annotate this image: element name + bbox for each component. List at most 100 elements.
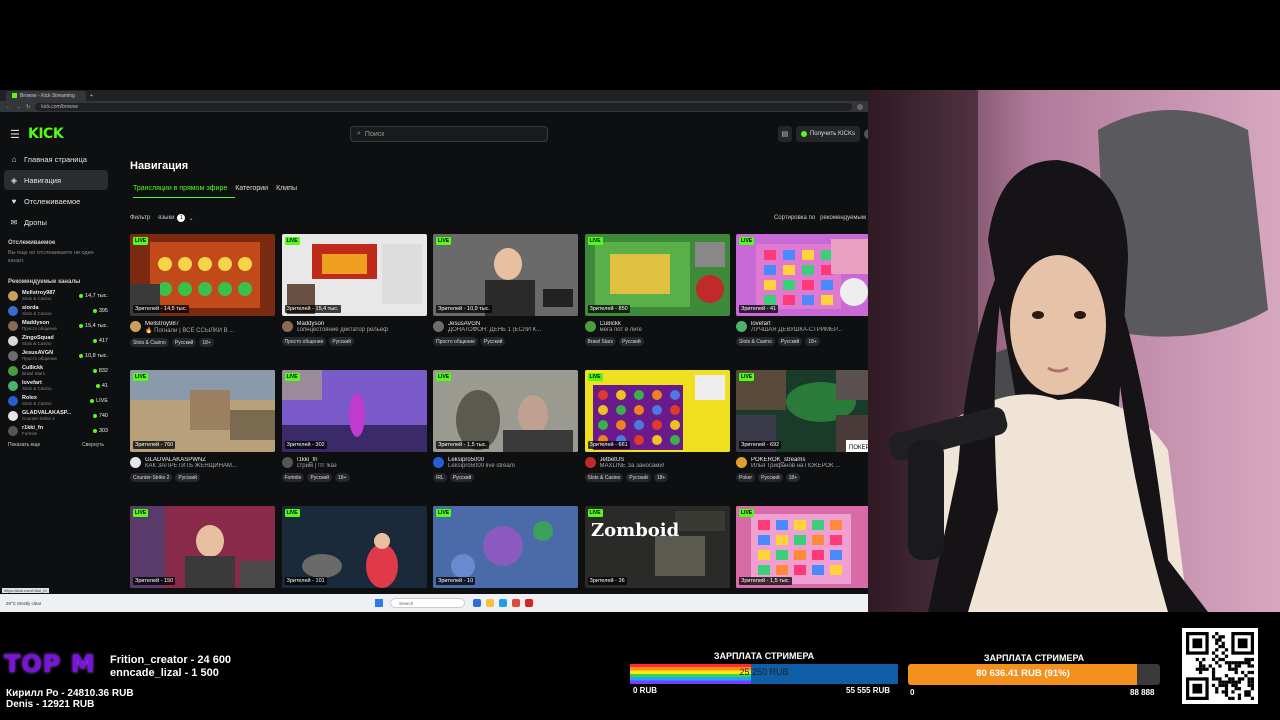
stream-thumbnail[interactable]: LIVE Зрителей - 760 [130, 370, 275, 452]
stream-title[interactable]: Илья Трифанов на ПОКЕРОК ... [751, 463, 880, 469]
tab-2[interactable]: Клипы [276, 185, 297, 192]
stream-card[interactable]: ПОКЕРОК LIVE Зрителей - 692 POKEROK_streams… [736, 370, 880, 482]
tag-chip[interactable]: Русский [480, 337, 506, 346]
languages-filter[interactable]: языки 1 ⌄ [158, 214, 193, 222]
theater-mode-button[interactable]: ▤ [777, 126, 792, 142]
stream-card[interactable]: LIVE Зрителей - 41 lovefart ЛУЧШАЯ ДЕВУШКА-… [736, 234, 880, 346]
stream-thumbnail[interactable]: LIVE Зрителей - 850 [584, 234, 730, 316]
tag-chip[interactable]: Русский [171, 338, 197, 347]
stream-thumbnail[interactable]: LIVE Зрителей - 10 [433, 506, 578, 588]
channel-avatar[interactable] [281, 321, 293, 332]
stream-card[interactable]: LIVE Зрителей - 15,4 тыс. Maddyson солнцест… [281, 234, 427, 346]
tag-chip[interactable]: Русский [777, 337, 803, 346]
channel-avatar[interactable] [130, 457, 141, 468]
sidebar-channel[interactable]: JesusAVGN Просто общение 10,8 тыс. [0, 348, 112, 363]
stream-card[interactable]: LIVE Зрителей - 10,9 тыс. JesusAVGN ДОНАТОФ… [433, 234, 578, 346]
tag-chip[interactable]: 18+ [653, 473, 669, 482]
extension-icon[interactable] [857, 103, 863, 110]
stream-title[interactable]: мега пот в лиге [600, 327, 730, 333]
stream-title[interactable]: Leksipro5000 live stream [448, 463, 578, 469]
reload-icon[interactable]: ↻ [26, 104, 30, 110]
tag-chip[interactable]: Русский [175, 473, 200, 482]
sidebar-channel[interactable]: Cu8ickk Brawl Stars 832 [0, 363, 112, 378]
tag-chip[interactable]: 18+ [199, 338, 214, 347]
show-more-link[interactable]: Показать еще [8, 442, 40, 448]
stream-title[interactable]: стрим | !тг !каз [297, 463, 427, 469]
sort-dropdown[interactable]: Сортировка по рекомендуемым ⌄ [774, 215, 876, 222]
stream-thumbnail[interactable]: LIVE Зрителей - 101 [281, 506, 427, 588]
search-input[interactable]: ⌕ Поиск [350, 126, 548, 142]
tag-chip[interactable]: Русский [619, 337, 644, 346]
stream-thumbnail[interactable]: LIVE Зрителей - 150 [130, 506, 275, 588]
stream-title[interactable]: ДОНАТОФОН: ДЕНЬ 1 (ЕСЛИ К... [448, 327, 578, 333]
stream-card[interactable]: Zomboid LIVE Зрителей - 36 [584, 506, 730, 588]
stream-title[interactable]: ЛУЧШАЯ ДЕВУШКА-СТРИМЕР... [751, 327, 880, 333]
sidebar-channel[interactable]: Rolex Slots & Casino LIVE [0, 393, 112, 408]
sidebar-channel[interactable]: Maddyson Просто общение 15,4 тыс. [0, 318, 112, 333]
tag-chip[interactable]: Slots & Casino [130, 338, 169, 347]
channel-avatar[interactable] [736, 321, 747, 332]
channel-avatar[interactable] [130, 321, 141, 332]
url-field[interactable]: kick.com/browse [35, 102, 852, 111]
sidebar-channel[interactable]: GLADVALAKASP... Counter-Strike 2 740 [0, 408, 112, 423]
channel-avatar[interactable] [584, 321, 596, 332]
tag-chip[interactable]: Counter-Strike 2 [130, 473, 173, 482]
stream-card[interactable]: LIVE Зрителей - 150 [130, 506, 275, 588]
sidebar-item-compass[interactable]: ◈ Навигация [4, 170, 108, 190]
tag-chip[interactable]: Просто общение [281, 337, 327, 346]
forward-icon[interactable]: → [16, 104, 21, 110]
stream-thumbnail[interactable]: LIVE Зрителей - 41 [736, 234, 880, 316]
stream-card[interactable]: LIVE Зрителей - 14,5 тыс. Mellstroy987 🔥 По… [130, 234, 275, 347]
stream-card[interactable]: LIVE Зрителей - 101 [281, 506, 427, 588]
back-icon[interactable]: ← [6, 104, 11, 110]
channel-avatar[interactable] [736, 457, 747, 468]
sidebar-item-home[interactable]: ⌂ Главная страница [4, 149, 108, 169]
channel-avatar[interactable] [584, 457, 596, 468]
stream-card[interactable]: LIVE Зрителей - 1,5 тыс. [736, 506, 880, 588]
tag-chip[interactable]: 18+ [785, 473, 801, 482]
get-kicks-button[interactable]: Получить KICKs [795, 126, 860, 142]
stream-thumbnail[interactable]: LIVE Зрителей - 302 [281, 370, 427, 452]
sidebar-item-heart[interactable]: ♥ Отслеживаемое [4, 191, 108, 211]
tag-chip[interactable]: Poker [736, 473, 756, 482]
stream-thumbnail[interactable]: LIVE Зрителей - 15,4 тыс. [281, 234, 427, 316]
stream-thumbnail[interactable]: Zomboid LIVE Зрителей - 36 [584, 506, 730, 588]
stream-title[interactable]: MAXLINE За заносами! [600, 463, 730, 469]
stream-title[interactable]: КАК ЗАПРЕТИТЬ ЖЕНЩИНАМ... [145, 463, 275, 469]
sidebar-item-gift[interactable]: ✉ Дропы [4, 212, 108, 232]
stream-thumbnail[interactable]: LIVE Зрителей - 661 [584, 370, 730, 452]
menu-icon[interactable]: ☰ [10, 128, 26, 141]
stream-thumbnail[interactable]: ПОКЕРОК LIVE Зрителей - 692 [736, 370, 880, 452]
tab-1[interactable]: Категории [235, 185, 268, 192]
sidebar-channel[interactable]: lovefart Slots & Casino 41 [0, 378, 112, 393]
stream-card[interactable]: LIVE Зрителей - 760 GLADVALAKASPWNZ КАК ЗАП… [130, 370, 275, 482]
tag-chip[interactable]: Русский [307, 473, 333, 482]
stream-card[interactable]: LIVE Зрителей - 850 Cu8ickk мега пот в лиге… [584, 234, 730, 346]
tag-chip[interactable]: 18+ [805, 337, 820, 346]
chrome-icon[interactable] [512, 599, 520, 607]
channel-avatar[interactable] [433, 457, 444, 468]
tag-chip[interactable]: Просто общение [433, 337, 478, 346]
app-icon[interactable] [525, 599, 533, 607]
sidebar-channel[interactable]: ZingoSquad Slots & Casino 417 [0, 333, 112, 348]
tag-chip[interactable]: 18+ [335, 473, 350, 482]
tag-chip[interactable]: Русский [626, 473, 651, 482]
tag-chip[interactable]: Slots & Casino [584, 473, 624, 482]
stream-thumbnail[interactable]: LIVE Зрителей - 1,5 тыс. [433, 370, 578, 452]
tag-chip[interactable]: Русский [329, 337, 354, 346]
file-explorer-icon[interactable] [486, 599, 494, 607]
stream-card[interactable]: LIVE Зрителей - 302 r1kki_fn стрим | !тг !к… [281, 370, 427, 482]
browser-tab[interactable]: Browse - Kick Streaming [6, 90, 86, 101]
tag-chip[interactable]: Fortnite [281, 473, 305, 482]
tag-chip[interactable]: Slots & Casino [736, 337, 775, 346]
collapse-link[interactable]: Свернуть [82, 442, 104, 448]
channel-avatar[interactable] [281, 457, 293, 468]
edge-icon[interactable] [499, 599, 507, 607]
tab-0[interactable]: Трансляции в прямом эфире [133, 185, 227, 192]
channel-avatar[interactable] [433, 321, 444, 332]
windows-start-icon[interactable] [375, 599, 383, 607]
stream-thumbnail[interactable]: LIVE Зрителей - 10,9 тыс. [433, 234, 578, 316]
sidebar-channel[interactable]: Mellstroy987 Slots & Casino 14,7 тыс. [0, 288, 112, 303]
sidebar-channel[interactable]: r1kki_fn Fortnite 303 [0, 423, 112, 438]
tag-chip[interactable]: IRL [433, 473, 447, 482]
